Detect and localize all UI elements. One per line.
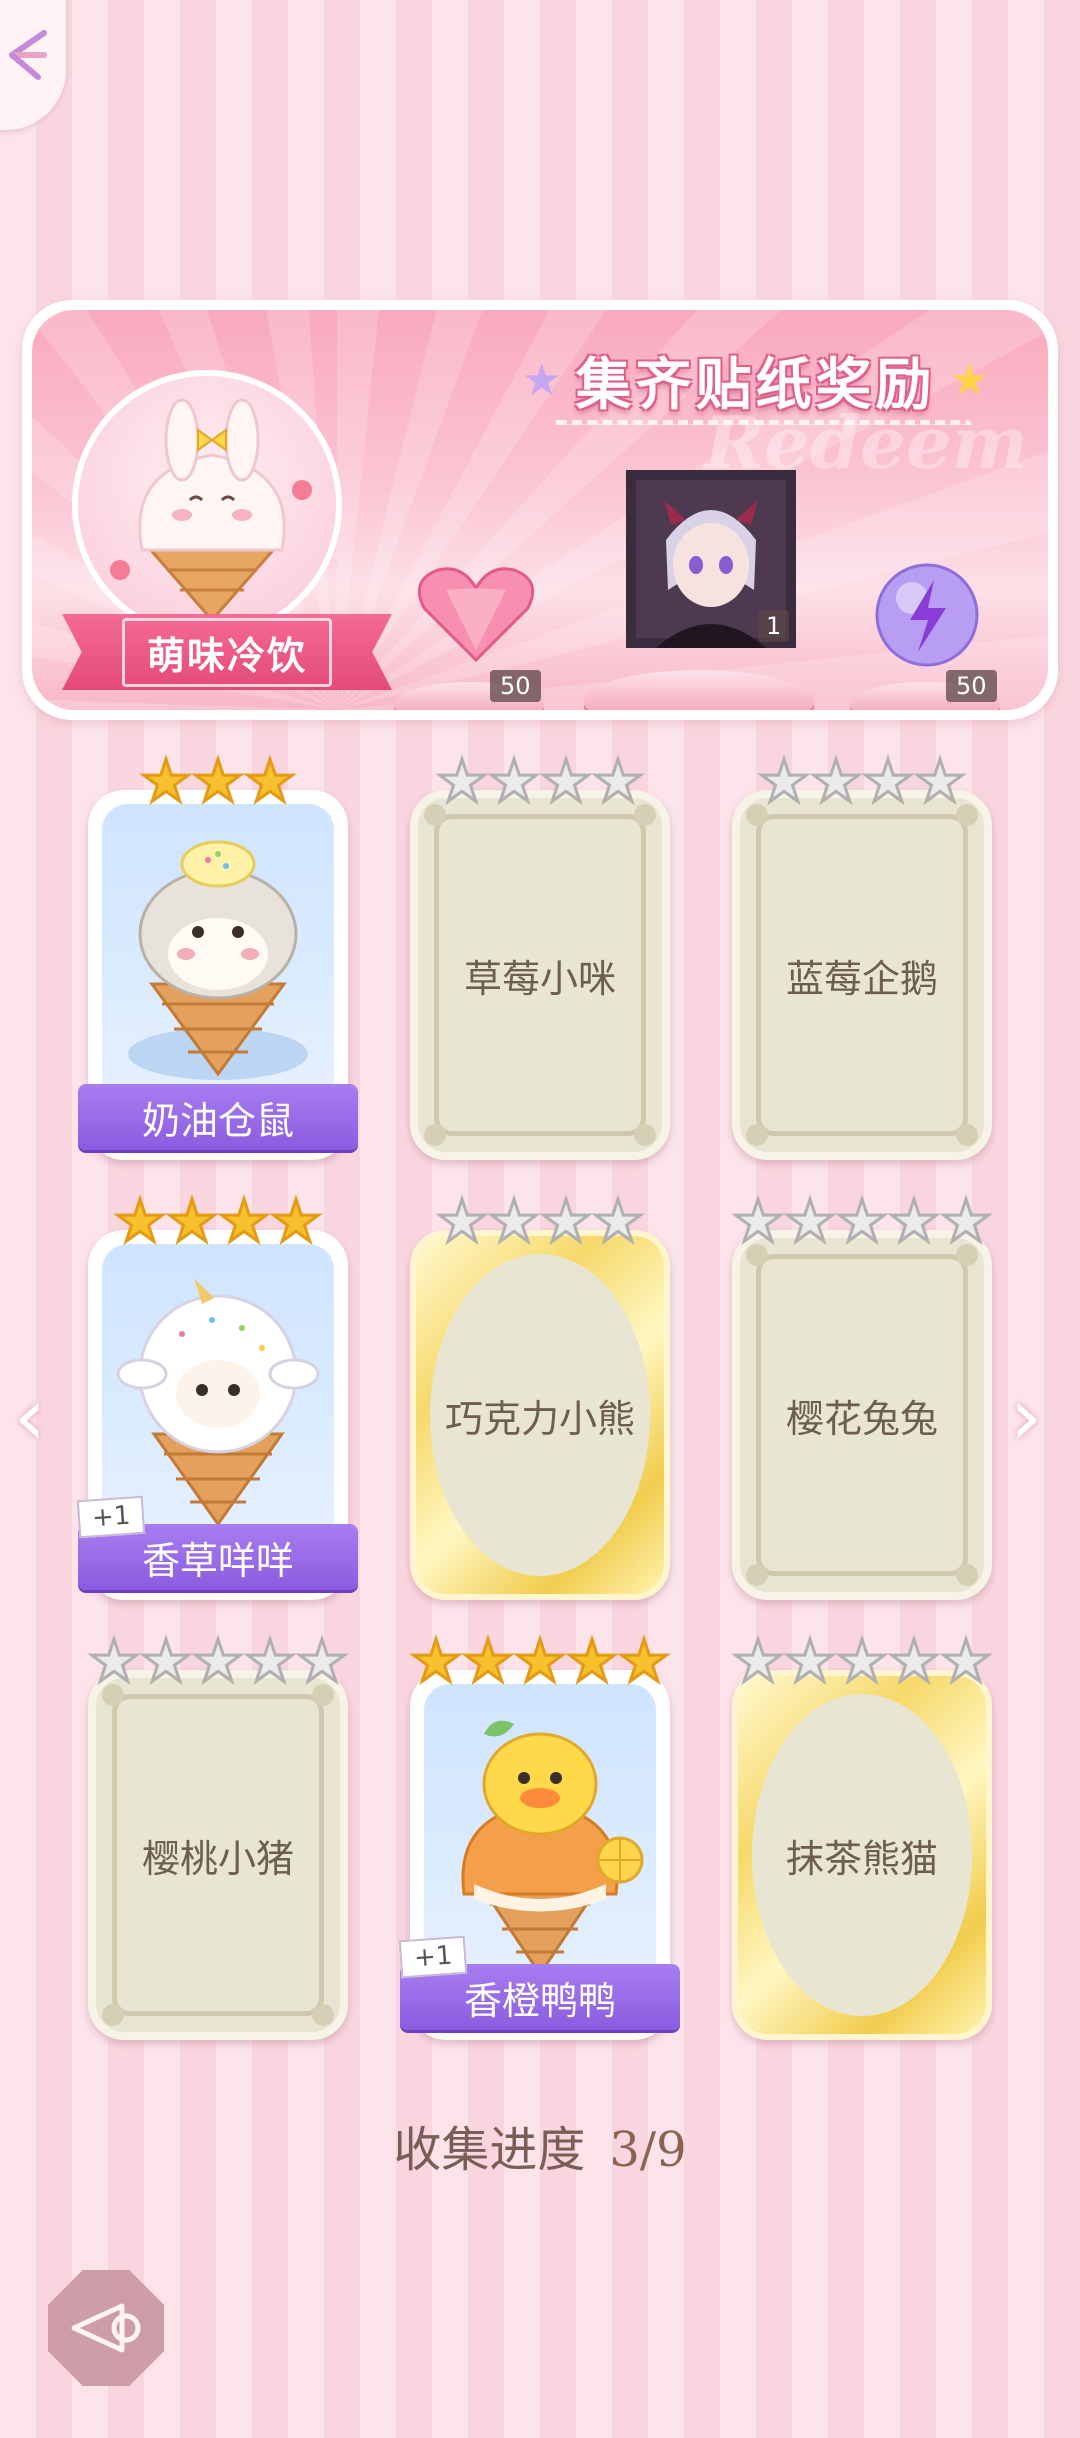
collection-progress: 收集进度 3/9 [0, 2110, 1080, 2180]
star-rating: ★ ★ ★ ★ [410, 747, 670, 815]
star-rating: ★ ★ ★ ★ ★ [731, 1627, 994, 1695]
sticker-name: 樱花兔兔 [785, 1396, 938, 1441]
star-icon: ★ [783, 1627, 838, 1695]
menu-corner-button[interactable] [0, 0, 66, 130]
sticker-reward-banner: Redeem ★ 集齐贴纸奖励 ★ 萌味冷饮 50 1 50 [22, 300, 1058, 720]
star-icon: ★ [487, 747, 542, 815]
sticker-name: 奶油仓鼠 [141, 1098, 294, 1143]
star-icon: ★ [617, 1627, 672, 1695]
star-icon: ★ [809, 747, 864, 815]
reward-count: 50 [946, 670, 997, 702]
star-icon: ★ [539, 1187, 594, 1255]
reward-item-character[interactable]: 1 [626, 470, 796, 648]
bunny-ice-cream-illustration [110, 398, 312, 623]
sticker-card[interactable]: ★ ★ ★ ★ 草莓小咪 [410, 751, 670, 1160]
fan-icon [9, 30, 47, 80]
reward-count: 50 [490, 670, 541, 702]
sticker-card[interactable]: ★ ★ ★ ★ 蓝莓企鹅 [732, 751, 992, 1160]
reward-item-energy-orb[interactable]: 50 [872, 530, 997, 702]
sticker-card[interactable]: ★ ★ ★ ★ ★ 抹茶熊猫 [731, 1631, 994, 2040]
collection-name-ribbon: 萌味冷饮 [62, 614, 392, 690]
sticker-card[interactable]: ★ ★ ★ ★ 巧克力小熊 [410, 1191, 670, 1600]
sticker-name: 樱桃小猪 [141, 1836, 294, 1881]
star-icon: ★ [939, 1627, 994, 1695]
star-icon: ★ [113, 1187, 168, 1255]
star-icon: ★ [887, 1627, 942, 1695]
sticker-name: 抹茶熊猫 [785, 1836, 938, 1881]
sticker-card[interactable]: ★ ★ ★ 奶油仓鼠 [78, 751, 358, 1160]
purple-star-icon: ★ [522, 354, 562, 406]
star-icon: ★ [591, 747, 646, 815]
prev-page-arrow[interactable]: ‹ [14, 1370, 46, 1463]
star-rating: ★ ★ ★ ★ ★ [409, 1627, 672, 1695]
sticker-name-plate: 奶油仓鼠 [78, 1084, 358, 1150]
star-icon: ★ [835, 1627, 890, 1695]
progress-label: 收集进度 [393, 2122, 586, 2178]
star-rating: ★ ★ ★ ★ ★ [87, 1627, 350, 1695]
star-icon: ★ [861, 747, 916, 815]
progress-value: 3/9 [609, 2122, 687, 2178]
star-icon: ★ [409, 1627, 464, 1695]
bonus-badge: +1 [76, 1495, 146, 1539]
sticker-name: 香橙鸭鸭 [463, 1978, 616, 2023]
star-icon: ★ [757, 747, 812, 815]
back-button[interactable] [48, 2270, 164, 2386]
star-icon: ★ [835, 1187, 890, 1255]
bonus-badge: +1 [398, 1935, 468, 1979]
star-rating: ★ ★ ★ ★ [88, 1187, 348, 1255]
star-icon: ★ [191, 1627, 246, 1695]
sticker-name: 蓝莓企鹅 [785, 956, 938, 1001]
star-icon: ★ [165, 1187, 220, 1255]
star-rating: ★ ★ ★ ★ [732, 747, 992, 815]
sticker-card[interactable]: ★ ★ ★ ★ ★ 樱花兔兔 [731, 1191, 994, 1600]
star-icon: ★ [461, 1627, 516, 1695]
star-icon: ★ [913, 747, 968, 815]
star-icon: ★ [139, 1627, 194, 1695]
star-icon: ★ [435, 1187, 490, 1255]
reward-title: 集齐贴纸奖励 [575, 353, 936, 418]
star-rating: ★ ★ ★ ★ ★ [731, 1187, 994, 1255]
sticker-name: 草莓小咪 [463, 956, 616, 1001]
star-icon: ★ [269, 1187, 324, 1255]
star-icon: ★ [243, 747, 298, 815]
star-icon: ★ [591, 1187, 646, 1255]
star-icon: ★ [243, 1627, 298, 1695]
star-icon: ★ [435, 747, 490, 815]
star-icon: ★ [217, 1187, 272, 1255]
star-rating: ★ ★ ★ [88, 747, 348, 815]
star-icon: ★ [565, 1627, 620, 1695]
star-icon: ★ [87, 1627, 142, 1695]
star-icon: ★ [887, 1187, 942, 1255]
yellow-star-icon: ★ [949, 354, 989, 406]
star-icon: ★ [191, 747, 246, 815]
star-rating: ★ ★ ★ ★ [410, 1187, 670, 1255]
back-arrow-icon [71, 2303, 141, 2353]
star-icon: ★ [513, 1627, 568, 1695]
reward-count: 1 [758, 610, 790, 642]
sticker-card[interactable]: ★ ★ ★ ★ ★ 樱桃小猪 [87, 1631, 350, 2040]
next-page-arrow[interactable]: › [1010, 1370, 1042, 1463]
pink-heart-gem-icon [417, 567, 535, 663]
sticker-name: 巧克力小熊 [444, 1396, 635, 1441]
collection-name: 萌味冷饮 [121, 617, 332, 687]
star-icon: ★ [731, 1187, 786, 1255]
sticker-card[interactable]: ★ ★ ★ ★ +1 香草咩咩 [76, 1191, 358, 1600]
purple-energy-orb-icon [875, 563, 979, 667]
star-icon: ★ [939, 1187, 994, 1255]
reward-item-heart-gem[interactable]: 50 [416, 530, 541, 702]
star-icon: ★ [783, 1187, 838, 1255]
star-icon: ★ [139, 747, 194, 815]
star-icon: ★ [731, 1627, 786, 1695]
sticker-name: 香草咩咩 [141, 1538, 294, 1583]
sticker-card[interactable]: ★ ★ ★ ★ ★ +1 香橙鸭鸭 [398, 1631, 680, 2040]
star-icon: ★ [295, 1627, 350, 1695]
star-icon: ★ [539, 747, 594, 815]
star-icon: ★ [487, 1187, 542, 1255]
